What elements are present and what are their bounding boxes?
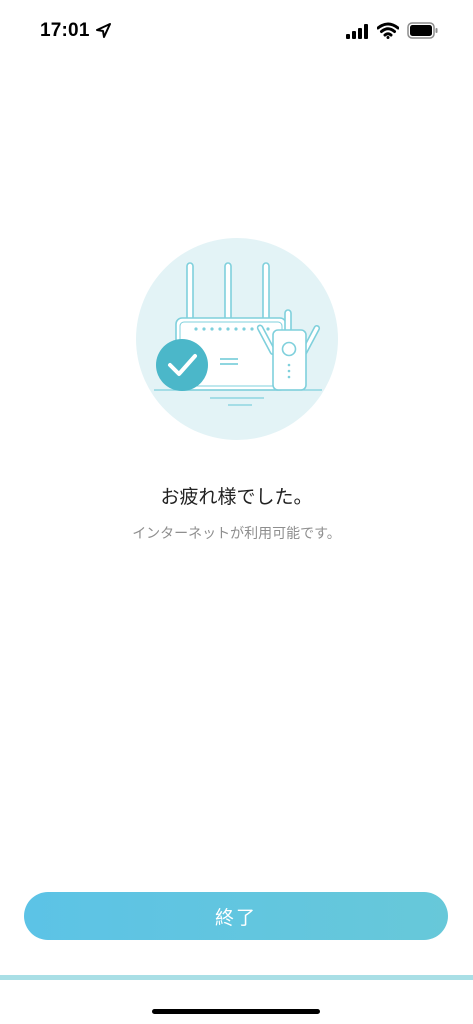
bottom-divider: [0, 975, 473, 980]
check-circle-icon: [156, 339, 208, 391]
home-indicator[interactable]: [152, 1009, 320, 1014]
status-time: 17:01: [40, 20, 90, 41]
completion-title: お疲れ様でした。: [160, 486, 313, 508]
cellular-signal-icon: [346, 24, 368, 39]
wifi-icon: [377, 22, 399, 39]
completion-subtitle: インターネットが利用可能です。: [132, 526, 341, 542]
location-arrow-icon: [96, 23, 111, 38]
status-bar: 17:01: [0, 0, 473, 60]
finish-button[interactable]: 終了: [24, 892, 448, 940]
battery-icon: [407, 22, 438, 39]
router-extender-success-illustration: [136, 238, 338, 440]
